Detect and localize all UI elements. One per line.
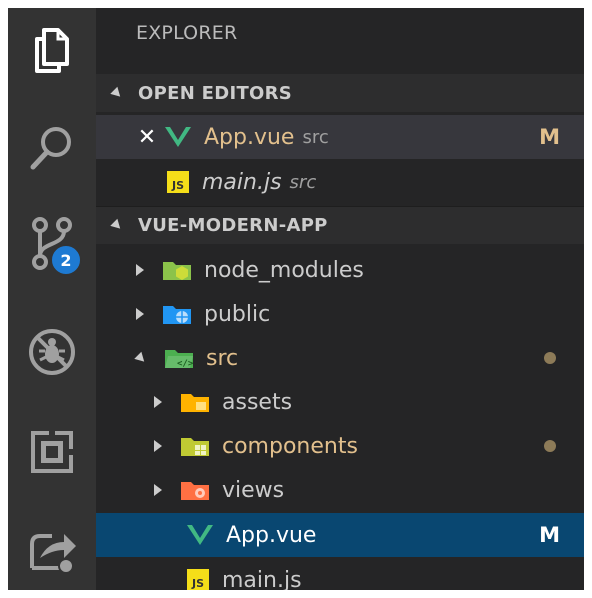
views-folder-icon [180,478,210,502]
tree-item-src[interactable]: </> src [96,336,584,380]
tree-item-node-modules[interactable]: node_modules [96,248,584,292]
tree-item-label: App.vue [226,522,317,548]
modified-status: M [539,125,560,149]
open-editor-filename: main.js [202,169,282,195]
modified-status: M [539,523,560,547]
activity-live-share[interactable] [8,508,96,588]
open-editor-filename: App.vue [204,124,295,150]
activity-source-control[interactable]: 2 [8,204,96,284]
activity-extensions[interactable] [8,412,96,492]
extensions-icon [31,429,75,473]
tree-item-label: views [222,477,285,503]
open-editor-folder: src [302,126,329,148]
js-file-icon: JS [186,568,210,590]
open-editor-item-main-js[interactable]: JS main.js src [96,160,584,204]
chevron-right-icon [154,396,162,408]
tree-item-label: main.js [222,567,302,591]
tree-item-views[interactable]: views [96,468,584,512]
debug-icon [29,329,75,375]
modified-dot [544,440,556,452]
components-folder-icon [180,434,210,458]
src-folder-icon: </> [164,346,194,370]
activity-explorer[interactable] [8,10,96,90]
tree-item-label: public [204,301,271,327]
tree-item-app-vue[interactable]: App.vue M [96,513,584,557]
activity-bar: 2 [8,8,96,590]
node-folder-icon [162,258,192,282]
tree-item-label: assets [222,389,293,415]
chevron-down-icon [134,351,148,365]
modified-dot [544,352,556,364]
source-control-badge: 2 [50,244,82,276]
chevron-right-icon [136,264,144,276]
window: 2 EXPLORER OPEN EDITORS ✕ App.vue src M … [0,0,592,598]
open-editor-folder: src [289,171,317,193]
svg-text:JS: JS [191,577,204,590]
tree-item-assets[interactable]: assets [96,380,584,424]
collapse-chevron-icon [110,86,124,100]
activity-search[interactable] [8,108,96,188]
chevron-right-icon [154,440,162,452]
project-label: VUE-MODERN-APP [138,215,328,236]
public-folder-icon [162,302,192,326]
js-file-icon: JS [166,170,190,194]
tree-item-components[interactable]: components [96,424,584,468]
chevron-right-icon [154,484,162,496]
tree-item-main-js[interactable]: JS main.js [96,558,584,590]
search-icon [30,127,71,170]
tree-item-label: src [206,345,239,371]
vue-icon [186,523,214,547]
close-icon[interactable]: ✕ [136,125,158,150]
explorer-sidebar: EXPLORER OPEN EDITORS ✕ App.vue src M JS… [96,8,584,590]
svg-text:JS: JS [171,179,184,192]
svg-text:</>: </> [177,359,194,369]
collapse-chevron-icon [110,218,124,233]
open-editors-header[interactable]: OPEN EDITORS [96,74,584,112]
chevron-right-icon [136,308,144,320]
tree-item-label: components [222,433,358,459]
assets-folder-icon [180,390,210,414]
files-icon [35,28,69,73]
tree-item-public[interactable]: public [96,292,584,336]
live-share-icon [30,534,76,574]
tree-item-label: node_modules [204,257,364,283]
activity-debug[interactable] [8,312,96,392]
sidebar-title: EXPLORER [136,22,238,44]
open-editors-label: OPEN EDITORS [138,82,293,104]
open-editor-item-app-vue[interactable]: ✕ App.vue src M [96,115,584,159]
vue-icon [164,125,192,149]
project-header[interactable]: VUE-MODERN-APP [96,206,584,244]
